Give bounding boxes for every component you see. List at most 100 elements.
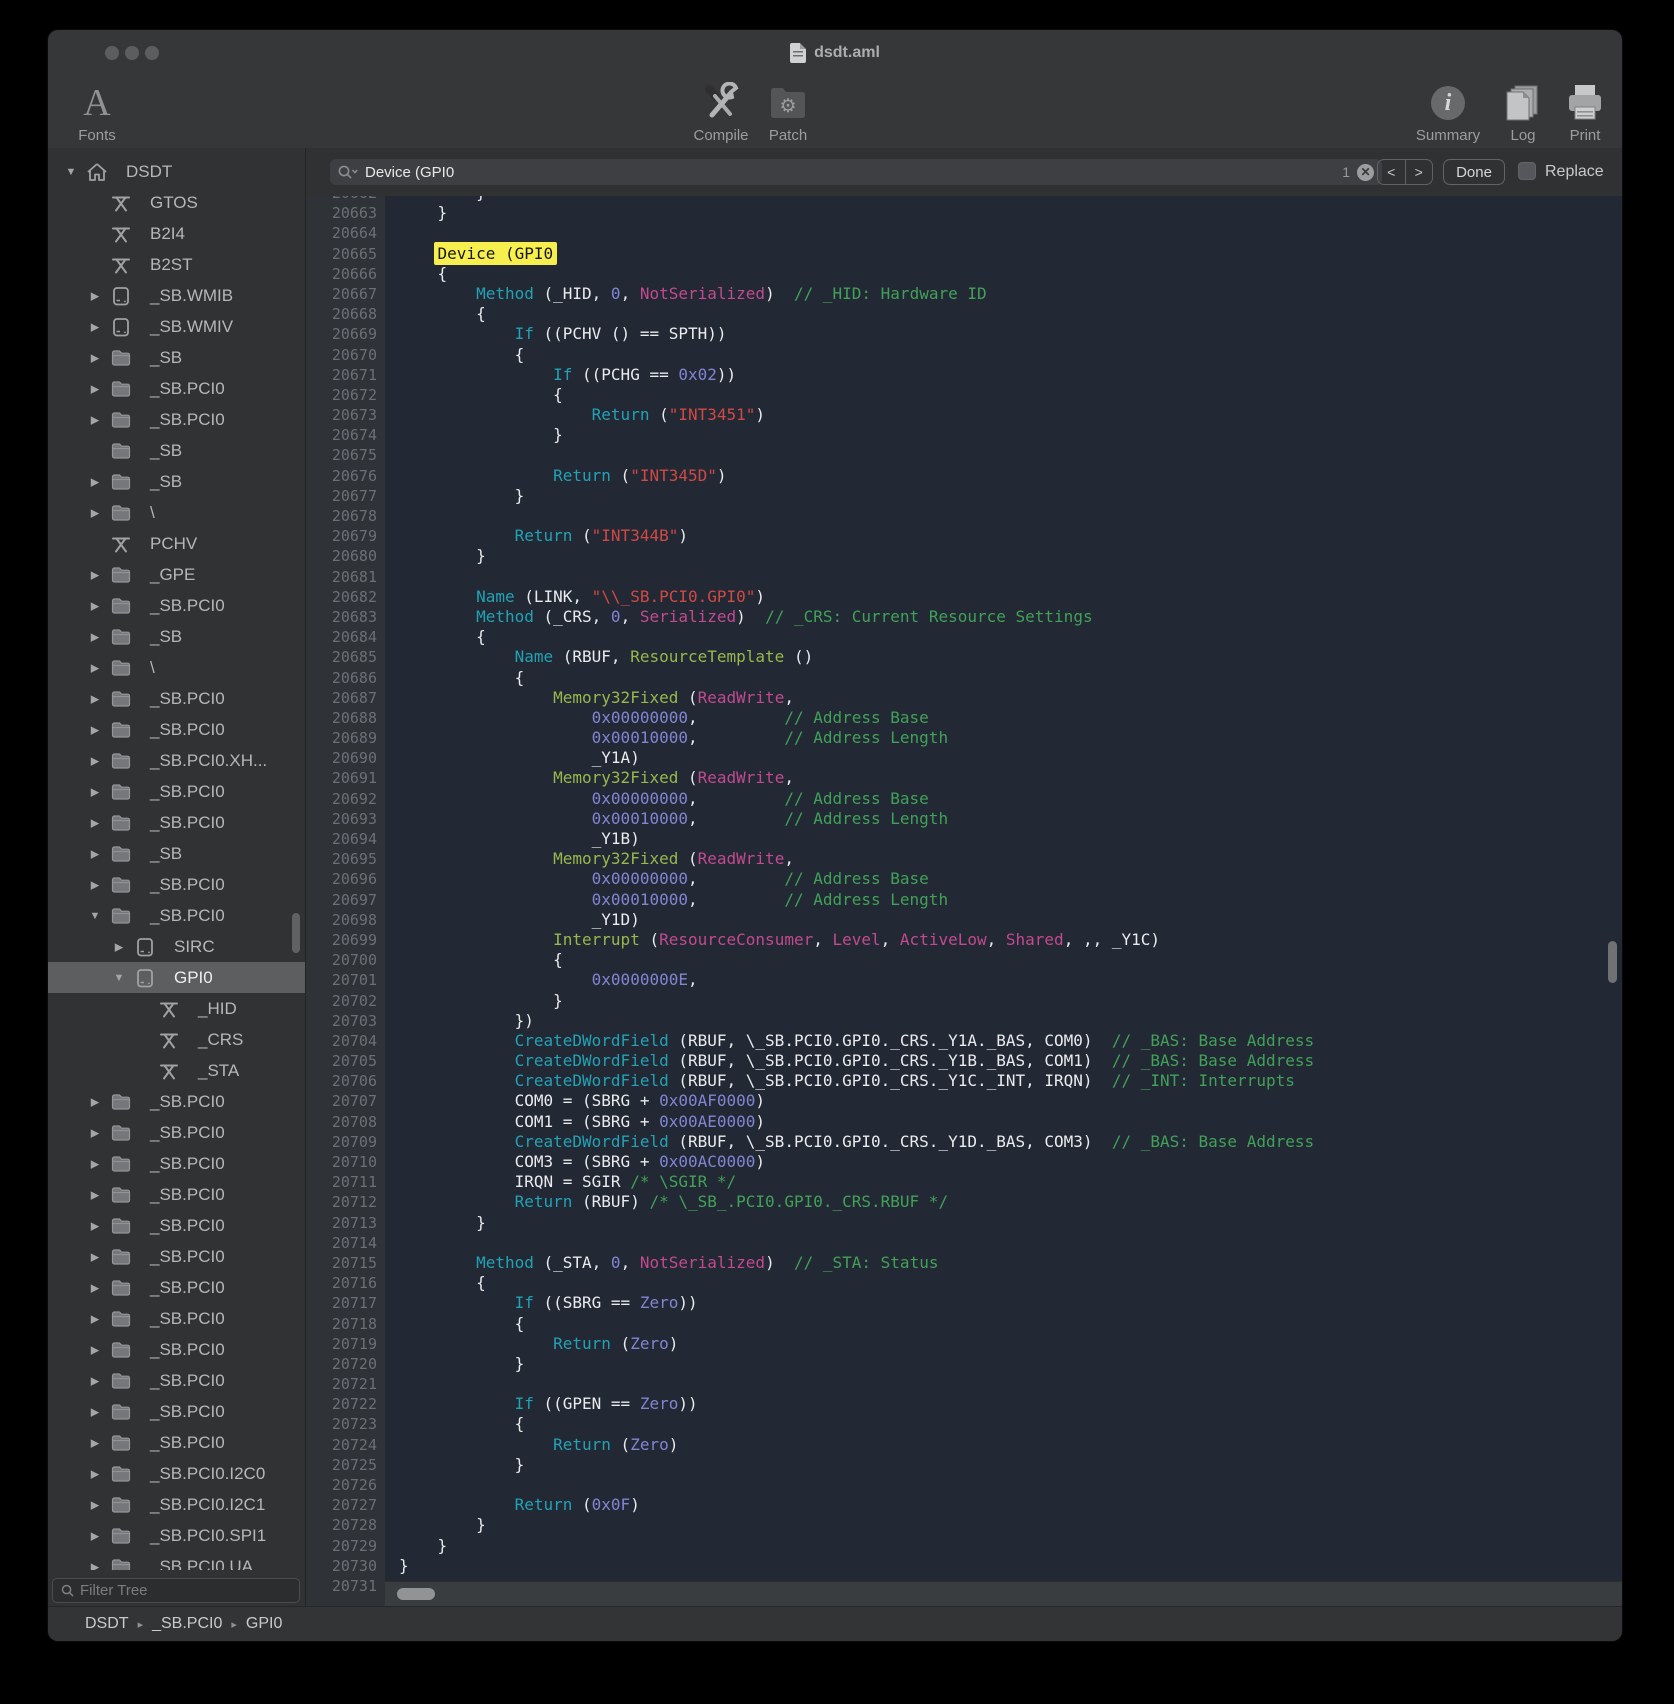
disclosure-triangle-icon[interactable]: ▶ — [88, 1281, 102, 1294]
compile-button[interactable]: Compile — [686, 79, 756, 144]
tree-item-sbpci0ua[interactable]: ▶_SB.PCI0.UA... — [48, 1551, 305, 1570]
tree-item-b2i4[interactable]: B2I4 — [48, 218, 305, 249]
disclosure-triangle-icon[interactable]: ▶ — [88, 1250, 102, 1263]
tree-item-sbpci0[interactable]: ▶_SB.PCI0 — [48, 1396, 305, 1427]
disclosure-triangle-icon[interactable]: ▶ — [88, 475, 102, 488]
tree-item-sbpci0[interactable]: ▶_SB.PCI0 — [48, 1272, 305, 1303]
disclosure-triangle-icon[interactable]: ▶ — [88, 661, 102, 674]
disclosure-triangle-icon[interactable]: ▶ — [88, 1188, 102, 1201]
tree-item-sbpci0[interactable]: ▶_SB.PCI0 — [48, 776, 305, 807]
disclosure-triangle-icon[interactable]: ▶ — [88, 320, 102, 333]
disclosure-triangle-icon[interactable]: ▼ — [64, 166, 78, 178]
h-scrollbar-thumb[interactable] — [397, 1588, 435, 1600]
disclosure-triangle-icon[interactable]: ▼ — [112, 972, 126, 984]
tree-item-sbpci0[interactable]: ▶_SB.PCI0 — [48, 1427, 305, 1458]
tree-item-sb[interactable]: ▶_SB — [48, 466, 305, 497]
disclosure-triangle-icon[interactable]: ▶ — [88, 506, 102, 519]
code-editor[interactable]: 2066220663206642066520666206672066820669… — [306, 196, 1622, 1606]
disclosure-triangle-icon[interactable]: ▶ — [88, 1219, 102, 1232]
replace-checkbox[interactable] — [1518, 162, 1536, 180]
tree-item-pchv[interactable]: PCHV — [48, 528, 305, 559]
disclosure-triangle-icon[interactable]: ▶ — [88, 1560, 102, 1570]
tree-item-sbpci0[interactable]: ▶_SB.PCI0 — [48, 1117, 305, 1148]
tree-item-sbpci0[interactable]: ▶_SB.PCI0 — [48, 1148, 305, 1179]
disclosure-triangle-icon[interactable]: ▶ — [88, 351, 102, 364]
disclosure-triangle-icon[interactable]: ▶ — [88, 1374, 102, 1387]
disclosure-triangle-icon[interactable]: ▶ — [88, 1436, 102, 1449]
patch-button[interactable]: ⚙ Patch — [760, 79, 816, 144]
sidebar-scrollbar-thumb[interactable] — [292, 913, 300, 953]
tree-item-sbpci0[interactable]: ▶_SB.PCI0 — [48, 1179, 305, 1210]
disclosure-triangle-icon[interactable]: ▶ — [112, 940, 126, 953]
tree-item-sbpci0[interactable]: ▶_SB.PCI0 — [48, 1210, 305, 1241]
h-scrollbar-track[interactable] — [385, 1581, 1622, 1606]
tree-item-hid[interactable]: _HID — [48, 993, 305, 1024]
disclosure-triangle-icon[interactable]: ▶ — [88, 785, 102, 798]
disclosure-triangle-icon[interactable]: ▶ — [88, 723, 102, 736]
tree-item-sbpci0[interactable]: ▶_SB.PCI0 — [48, 869, 305, 900]
disclosure-triangle-icon[interactable]: ▼ — [88, 910, 102, 922]
clear-search-button[interactable]: ✕ — [1357, 164, 1374, 181]
tree-item-b2st[interactable]: B2ST — [48, 249, 305, 280]
tree-item-sbpci0[interactable]: ▶_SB.PCI0 — [48, 683, 305, 714]
find-input[interactable]: Device (GPI0 1 ✕ — [330, 159, 1382, 185]
tree-item-gpe[interactable]: ▶_GPE — [48, 559, 305, 590]
tree-item-sbpci0[interactable]: ▶_SB.PCI0 — [48, 404, 305, 435]
tree-item-[interactable]: ▶\ — [48, 652, 305, 683]
disclosure-triangle-icon[interactable]: ▶ — [88, 382, 102, 395]
tree-item-[interactable]: ▶\ — [48, 497, 305, 528]
disclosure-triangle-icon[interactable]: ▶ — [88, 1467, 102, 1480]
breadcrumb-item-sbpci0[interactable]: _SB.PCI0 — [152, 1615, 222, 1633]
tree-item-sbpci0[interactable]: ▶_SB.PCI0 — [48, 1241, 305, 1272]
tree-item-sbpci0[interactable]: ▶_SB.PCI0 — [48, 590, 305, 621]
filter-tree-input[interactable]: Filter Tree — [52, 1578, 300, 1603]
tree-item-sbpci0[interactable]: ▶_SB.PCI0 — [48, 807, 305, 838]
disclosure-triangle-icon[interactable]: ▶ — [88, 568, 102, 581]
disclosure-triangle-icon[interactable]: ▶ — [88, 289, 102, 302]
tree-item-sbpci0[interactable]: ▶_SB.PCI0 — [48, 1365, 305, 1396]
tree-item-sbpci0[interactable]: ▼_SB.PCI0 — [48, 900, 305, 931]
tree-item-sbpci0[interactable]: ▶_SB.PCI0 — [48, 1086, 305, 1117]
disclosure-triangle-icon[interactable]: ▶ — [88, 630, 102, 643]
disclosure-triangle-icon[interactable]: ▶ — [88, 816, 102, 829]
disclosure-triangle-icon[interactable]: ▶ — [88, 1529, 102, 1542]
tree-item-sbpci0spi1[interactable]: ▶_SB.PCI0.SPI1 — [48, 1520, 305, 1551]
disclosure-triangle-icon[interactable]: ▶ — [88, 1126, 102, 1139]
tree-item-sbpci0i2c0[interactable]: ▶_SB.PCI0.I2C0 — [48, 1458, 305, 1489]
tree-item-sb[interactable]: _SB — [48, 435, 305, 466]
disclosure-triangle-icon[interactable]: ▶ — [88, 1405, 102, 1418]
tree-item-crs[interactable]: _CRS — [48, 1024, 305, 1055]
tree-item-sb[interactable]: ▶_SB — [48, 342, 305, 373]
v-scrollbar-thumb[interactable] — [1608, 941, 1617, 983]
disclosure-triangle-icon[interactable]: ▶ — [88, 599, 102, 612]
next-match-button[interactable]: > — [1406, 160, 1433, 184]
disclosure-triangle-icon[interactable]: ▶ — [88, 1343, 102, 1356]
breadcrumb-item-dsdt[interactable]: DSDT — [85, 1615, 129, 1633]
tree-item-sb[interactable]: ▶_SB — [48, 838, 305, 869]
done-button[interactable]: Done — [1443, 159, 1505, 185]
tree-item-sbpci0xh[interactable]: ▶_SB.PCI0.XH... — [48, 745, 305, 776]
tree-item-dsdt[interactable]: ▼DSDT — [48, 156, 305, 187]
disclosure-triangle-icon[interactable]: ▶ — [88, 1312, 102, 1325]
tree-item-sirc[interactable]: ▶SIRC — [48, 931, 305, 962]
tree-item-sta[interactable]: _STA — [48, 1055, 305, 1086]
tree-item-sbpci0i2c1[interactable]: ▶_SB.PCI0.I2C1 — [48, 1489, 305, 1520]
tree-item-sbpci0[interactable]: ▶_SB.PCI0 — [48, 373, 305, 404]
tree-item-sbpci0[interactable]: ▶_SB.PCI0 — [48, 1303, 305, 1334]
tree-item-gpi0[interactable]: ▼GPI0 — [48, 962, 305, 993]
disclosure-triangle-icon[interactable]: ▶ — [88, 692, 102, 705]
print-button[interactable]: Print — [1558, 79, 1612, 144]
tree-item-sb[interactable]: ▶_SB — [48, 621, 305, 652]
tree-item-sbwmiv[interactable]: ▶_SB.WMIV — [48, 311, 305, 342]
disclosure-triangle-icon[interactable]: ▶ — [88, 847, 102, 860]
disclosure-triangle-icon[interactable]: ▶ — [88, 413, 102, 426]
disclosure-triangle-icon[interactable]: ▶ — [88, 754, 102, 767]
prev-match-button[interactable]: < — [1378, 160, 1406, 184]
summary-button[interactable]: i Summary — [1412, 79, 1484, 144]
fonts-button[interactable]: A Fonts — [62, 79, 132, 144]
breadcrumb-item-gpi0[interactable]: GPI0 — [246, 1615, 282, 1633]
tree-item-gtos[interactable]: GTOS — [48, 187, 305, 218]
disclosure-triangle-icon[interactable]: ▶ — [88, 1157, 102, 1170]
disclosure-triangle-icon[interactable]: ▶ — [88, 1498, 102, 1511]
disclosure-triangle-icon[interactable]: ▶ — [88, 878, 102, 891]
